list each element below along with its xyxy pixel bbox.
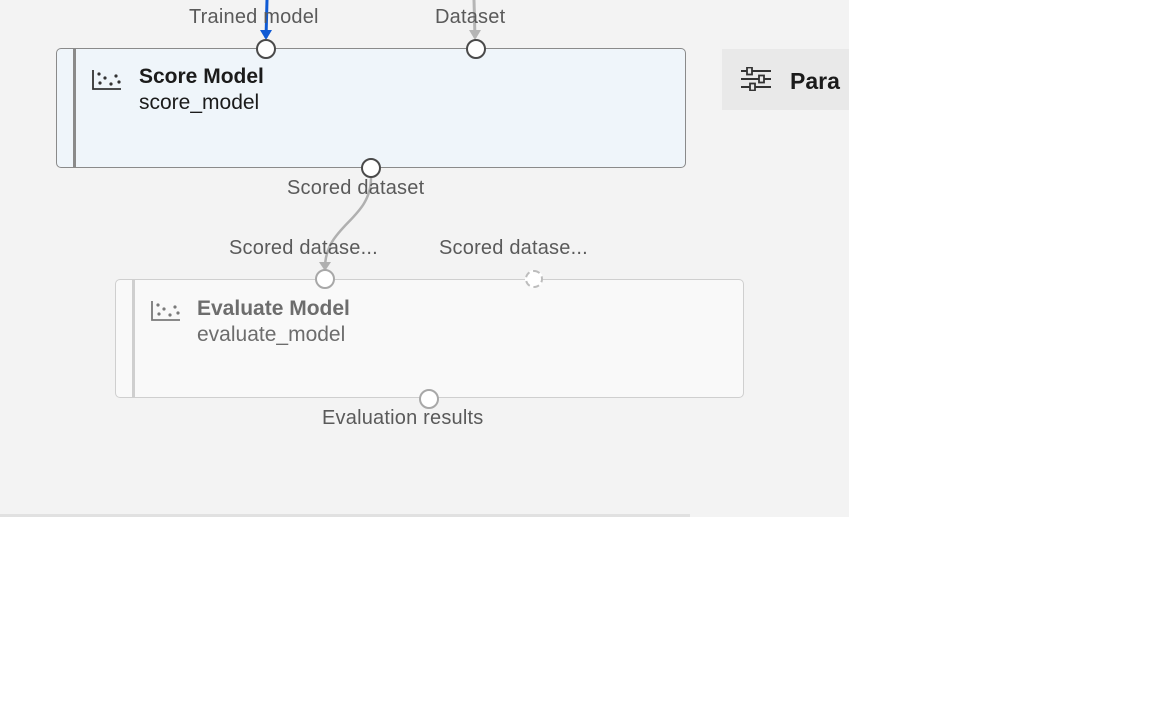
scatter-chart-icon bbox=[151, 301, 180, 321]
score-model-module[interactable]: Score Model score_model bbox=[56, 48, 686, 168]
module-title: Evaluate Model bbox=[197, 297, 350, 320]
evaluate-model-module[interactable]: Evaluate Model evaluate_model bbox=[115, 279, 744, 398]
evaluation-results-port-label: Evaluation results bbox=[322, 407, 484, 429]
scored-dataset-1-input-port[interactable] bbox=[315, 269, 335, 289]
parameters-panel-tab[interactable]: Para bbox=[722, 49, 849, 110]
dataset-input-port[interactable] bbox=[466, 39, 486, 59]
sliders-icon bbox=[741, 67, 771, 91]
pipeline-canvas[interactable]: Trained model Dataset Score Model score_… bbox=[0, 0, 849, 517]
scored-dataset-2-port-label: Scored datase... bbox=[439, 237, 588, 259]
scored-dataset-port-label: Scored dataset bbox=[287, 177, 425, 199]
module-subtitle: evaluate_model bbox=[197, 323, 346, 346]
parameters-tab-label: Para bbox=[790, 68, 840, 94]
scored-dataset-2-input-port[interactable] bbox=[525, 270, 543, 288]
scatter-chart-icon bbox=[92, 70, 121, 90]
dataset-port-label: Dataset bbox=[435, 6, 506, 28]
canvas-bottom-border bbox=[0, 514, 690, 517]
trained-model-port-label: Trained model bbox=[189, 6, 319, 28]
module-title: Score Model bbox=[139, 65, 264, 88]
scored-dataset-output-port[interactable] bbox=[361, 158, 381, 178]
module-left-bar bbox=[132, 280, 135, 397]
module-left-bar bbox=[73, 49, 76, 167]
scored-dataset-1-port-label: Scored datase... bbox=[229, 237, 378, 259]
trained-model-input-port[interactable] bbox=[256, 39, 276, 59]
module-subtitle: score_model bbox=[139, 91, 260, 114]
